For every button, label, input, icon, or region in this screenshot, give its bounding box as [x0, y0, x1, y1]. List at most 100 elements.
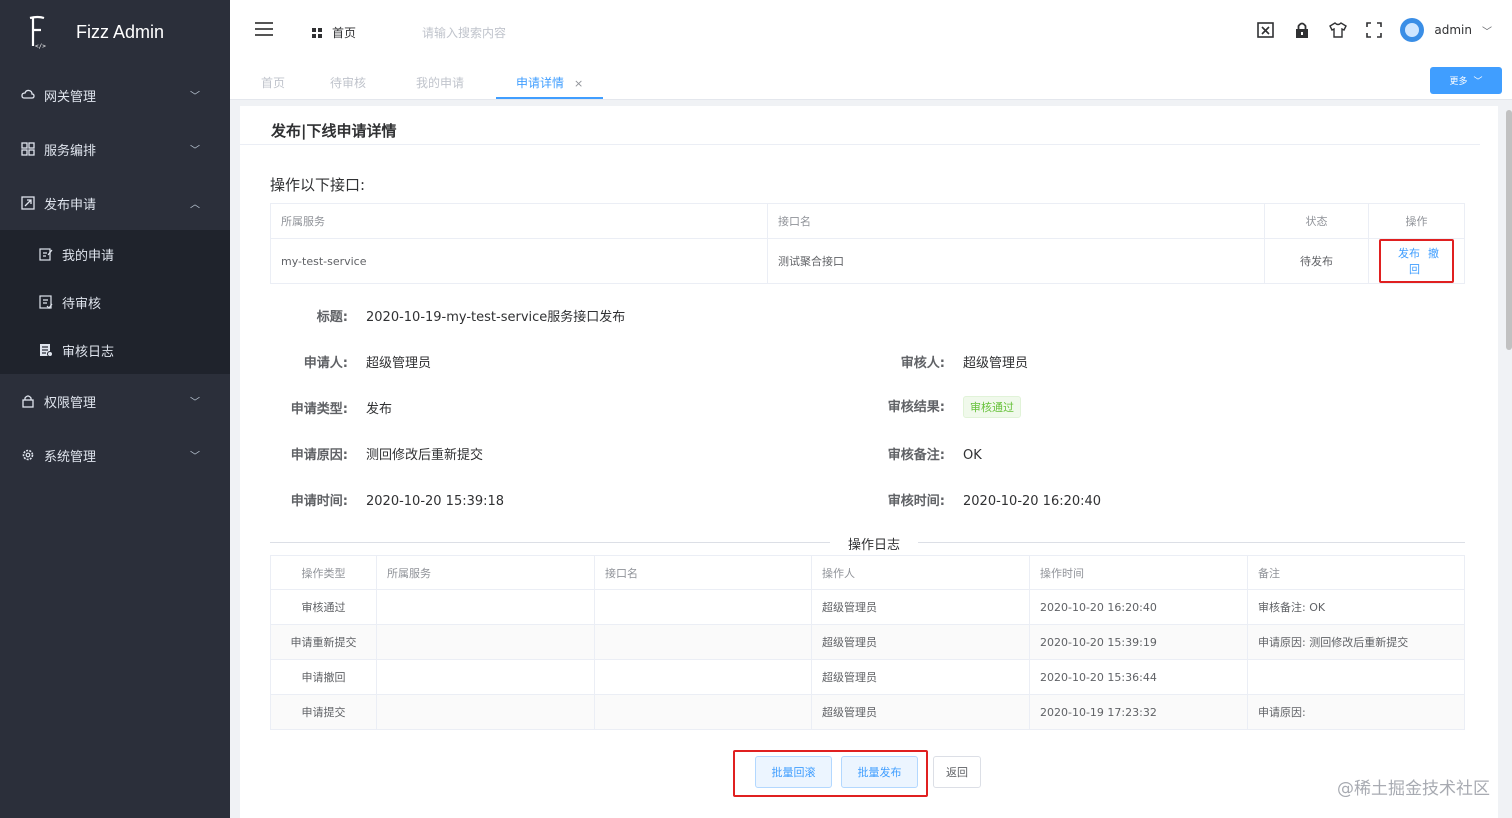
label: 审核备注:	[887, 448, 945, 463]
home-grid-icon	[312, 27, 322, 38]
cell: 超级管理员	[811, 694, 1030, 730]
sidebar-item-label: 服务编排	[44, 143, 97, 159]
operation-highlight: 发布 撤回	[1379, 239, 1454, 283]
sidebar-item-permission[interactable]: 权限管理 ﹀	[0, 374, 230, 428]
cell: 2020-10-19 17:23:32	[1029, 694, 1248, 730]
cell: 超级管理员	[811, 659, 1030, 695]
publish-link[interactable]: 发布	[1398, 247, 1420, 260]
tabs-bar: 首页 待审核 我的申请 申请详情 × 更多 ﹀	[230, 62, 1512, 100]
logo[interactable]: </> Fizz Admin	[0, 0, 230, 64]
lock-screen-icon[interactable]	[1292, 19, 1312, 41]
search-input[interactable]: 请输入搜索内容	[422, 24, 506, 41]
label: 标题:	[316, 310, 348, 325]
sidebar-item-publish-apply[interactable]: 发布申请 ︿	[0, 176, 230, 230]
api-table: 所属服务 接口名 状态 操作 my-test-service 测试聚合接口 待发…	[270, 203, 1465, 284]
table-header-row: 所属服务 接口名 状态 操作	[270, 203, 1465, 239]
hamburger-menu-icon[interactable]	[255, 22, 273, 36]
sidebar-item-system[interactable]: 系统管理 ﹀	[0, 428, 230, 482]
detail-result: 审核结果: 审核通过	[867, 396, 1021, 418]
tab-application-detail[interactable]: 申请详情 ×	[516, 74, 583, 91]
cell	[376, 589, 595, 625]
detail-title: 标题: 2020-10-19-my-test-service服务接口发布	[270, 306, 626, 325]
tab-home[interactable]: 首页	[261, 74, 285, 91]
breadcrumb[interactable]: 首页	[312, 24, 356, 41]
label: 申请人:	[303, 356, 348, 371]
close-icon[interactable]: ×	[574, 77, 583, 90]
table-row: 申请撤回 超级管理员 2020-10-20 15:36:44	[270, 659, 1465, 695]
log-table: 操作类型 所属服务 接口名 操作人 操作时间 备注 审核通过 超级管理员 202…	[270, 555, 1465, 730]
screenshot-icon[interactable]	[1256, 19, 1276, 41]
page-title: 发布|下线申请详情	[271, 122, 397, 140]
label: 申请类型:	[290, 402, 348, 417]
chevron-down-icon: ﹀	[190, 145, 200, 157]
submenu-publish: 我的申请 待审核 审核日志	[0, 230, 230, 374]
col-service: 所属服务	[376, 555, 595, 590]
col-operator: 操作人	[811, 555, 1030, 590]
back-button[interactable]: 返回	[933, 756, 981, 788]
batch-publish-button[interactable]: 批量发布	[841, 756, 918, 788]
active-tab-indicator	[496, 97, 603, 99]
publish-icon	[20, 195, 36, 211]
theme-shirt-icon[interactable]	[1328, 19, 1348, 41]
label: 申请原因:	[290, 448, 348, 463]
cell: 审核备注: OK	[1247, 589, 1465, 625]
col-api: 接口名	[594, 555, 812, 590]
detail-review-time: 审核时间: 2020-10-20 16:20:40	[867, 490, 1101, 509]
log-title: 操作日志	[830, 534, 919, 553]
chevron-down-icon[interactable]: ﹀	[1482, 23, 1492, 38]
scrollbar[interactable]	[1506, 110, 1512, 350]
top-header: 首页 请输入搜索内容 admin ﹀	[230, 0, 1512, 62]
cell: 申请重新提交	[270, 624, 377, 660]
detail-type: 申请类型: 发布	[270, 398, 392, 417]
cell: 申请提交	[270, 694, 377, 730]
detail-apply-time: 申请时间: 2020-10-20 15:39:18	[270, 490, 504, 509]
col-remark: 备注	[1247, 555, 1465, 590]
sidebar-item-label: 审核日志	[62, 344, 115, 360]
more-button[interactable]: 更多 ﹀	[1430, 67, 1502, 94]
tab-pending-review[interactable]: 待审核	[330, 74, 366, 91]
table-row: my-test-service 测试聚合接口 待发布 发布 撤回	[270, 238, 1465, 284]
sidebar-item-pending-review[interactable]: 待审核	[0, 278, 230, 326]
cell	[594, 624, 812, 660]
chevron-down-icon: ﹀	[190, 91, 200, 103]
edit-doc-icon	[38, 246, 54, 262]
cell	[376, 694, 595, 730]
cell: 超级管理员	[811, 624, 1030, 660]
user-name[interactable]: admin	[1434, 23, 1472, 37]
sidebar-item-label: 系统管理	[44, 449, 97, 465]
sidebar-item-gateway[interactable]: 网关管理 ﹀	[0, 68, 230, 122]
cell: 超级管理员	[811, 589, 1030, 625]
table-header-row: 操作类型 所属服务 接口名 操作人 操作时间 备注	[270, 555, 1465, 590]
tab-my-applications[interactable]: 我的申请	[416, 74, 464, 91]
table-row: 申请重新提交 超级管理员 2020-10-20 15:39:19 申请原因: 测…	[270, 624, 1465, 660]
cell-status: 待发布	[1264, 238, 1369, 284]
label: 审核结果:	[887, 400, 945, 415]
cell	[594, 589, 812, 625]
sidebar-item-service-orchestration[interactable]: 服务编排 ﹀	[0, 122, 230, 176]
tab-label: 申请详情	[516, 76, 565, 90]
cell: 2020-10-20 15:36:44	[1029, 659, 1248, 695]
col-status: 状态	[1264, 203, 1369, 239]
fullscreen-icon[interactable]	[1364, 19, 1384, 41]
status-badge: 审核通过	[963, 396, 1021, 418]
detail-reviewer: 审核人: 超级管理员	[867, 352, 1028, 371]
cell	[376, 659, 595, 695]
cell: 申请原因:	[1247, 694, 1465, 730]
detail-remark: 审核备注: OK	[867, 444, 982, 463]
cell: 2020-10-20 16:20:40	[1029, 589, 1248, 625]
value: OK	[963, 448, 982, 463]
value: 发布	[366, 402, 393, 417]
col-service: 所属服务	[270, 203, 768, 239]
avatar[interactable]	[1400, 18, 1425, 42]
sidebar-item-my-applications[interactable]: 我的申请	[0, 230, 230, 278]
cell-operation: 发布 撤回	[1368, 238, 1465, 284]
batch-rollback-button[interactable]: 批量回滚	[755, 756, 832, 788]
header-toolbar: admin ﹀	[1240, 18, 1492, 42]
sidebar-item-audit-log[interactable]: 审核日志	[0, 326, 230, 374]
cell	[594, 659, 812, 695]
label: 申请时间:	[290, 494, 348, 509]
gear-icon	[20, 447, 36, 463]
col-op-time: 操作时间	[1029, 555, 1248, 590]
value: 2020-10-19-my-test-service服务接口发布	[366, 310, 626, 325]
cell: 2020-10-20 15:39:19	[1029, 624, 1248, 660]
